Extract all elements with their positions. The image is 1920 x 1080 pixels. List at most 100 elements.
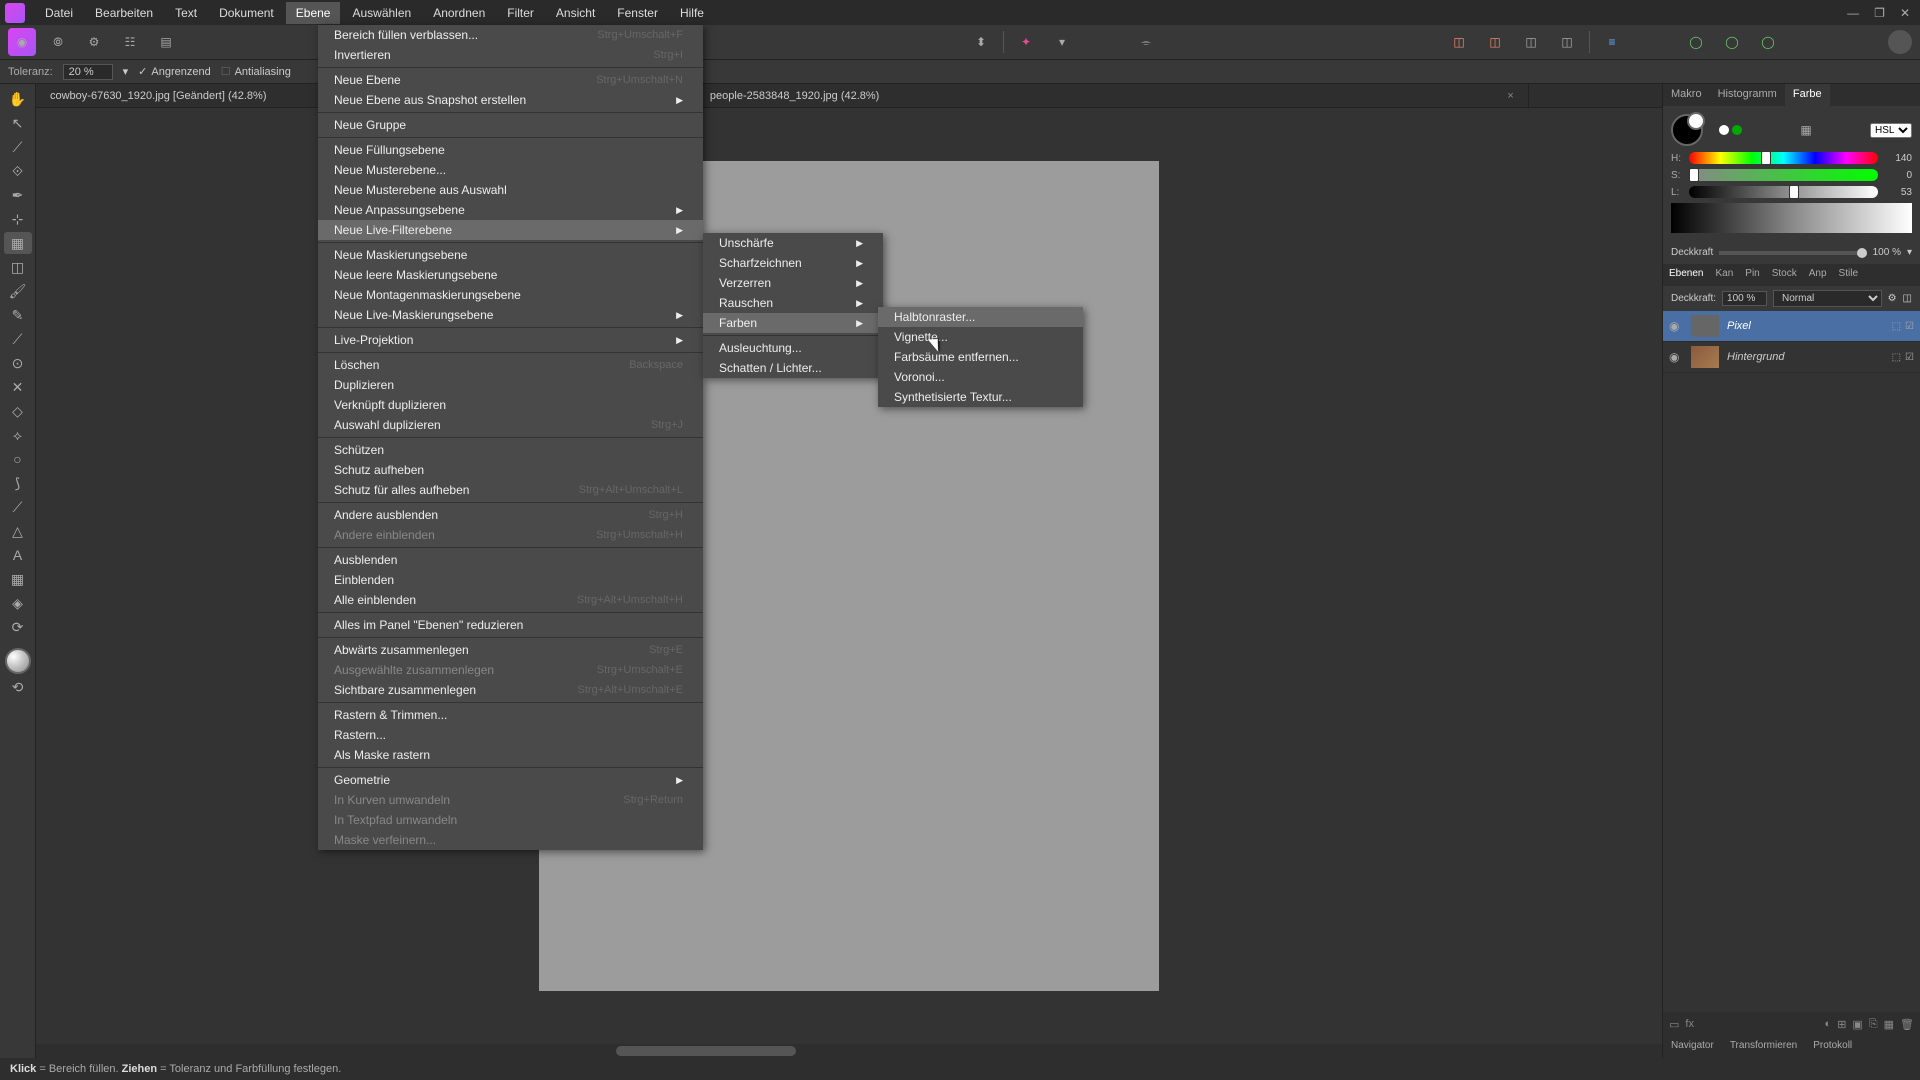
crop-tool[interactable]: ⟐ xyxy=(4,160,32,182)
vector-tool[interactable]: ◈ xyxy=(4,592,32,614)
menu-fenster[interactable]: Fenster xyxy=(607,2,668,24)
menu-item[interactable]: Schutz aufheben xyxy=(318,460,703,480)
persona-liquify-icon[interactable]: ⦾ xyxy=(44,28,72,56)
menu-item[interactable]: Ausblenden xyxy=(318,550,703,570)
menu-item[interactable]: Neue Anpassungsebene▶ xyxy=(318,200,703,220)
account-avatar[interactable] xyxy=(1888,30,1912,54)
bottom-tab-navigator[interactable]: Navigator xyxy=(1663,1036,1722,1058)
paint-tool[interactable]: ⟋ xyxy=(4,328,32,350)
sat-slider[interactable] xyxy=(1689,169,1878,181)
persona-photo-icon[interactable]: ◉ xyxy=(8,28,36,56)
layer-thumbnail[interactable] xyxy=(1691,315,1719,337)
lit-slider[interactable] xyxy=(1689,186,1878,198)
clone-tool[interactable]: ⊙ xyxy=(4,352,32,374)
menu-item[interactable]: Neue Füllungsebene xyxy=(318,140,703,160)
menu-anordnen[interactable]: Anordnen xyxy=(423,2,495,24)
horizontal-scrollbar[interactable] xyxy=(36,1044,1662,1058)
tolerance-input[interactable] xyxy=(63,64,113,80)
menu-item[interactable]: Neue Montagenmaskierungsebene xyxy=(318,285,703,305)
menu-item[interactable]: Neue Ebene aus Snapshot erstellen▶ xyxy=(318,90,703,110)
layer-tab-pin[interactable]: Pin xyxy=(1739,264,1765,286)
menu-ebene[interactable]: Ebene xyxy=(286,2,341,24)
close-button[interactable]: ✕ xyxy=(1900,6,1910,20)
menu-item[interactable]: Bereich füllen verblassen...Strg+Umschal… xyxy=(318,25,703,45)
layer-tab-anp[interactable]: Anp xyxy=(1803,264,1833,286)
shape-tool[interactable]: △ xyxy=(4,520,32,542)
persona-develop-icon[interactable]: ⚙ xyxy=(80,28,108,56)
menu-item[interactable]: Neue Maskierungsebene xyxy=(318,245,703,265)
menu-item[interactable]: LöschenBackspace xyxy=(318,355,703,375)
patch-tool[interactable]: ◇ xyxy=(4,400,32,422)
fx-icon[interactable]: fx xyxy=(1685,1018,1694,1030)
layer-tab-kan[interactable]: Kan xyxy=(1709,264,1739,286)
delete-layer-icon[interactable]: 🗑 xyxy=(1900,1018,1914,1031)
picker-white-icon[interactable] xyxy=(1719,125,1729,135)
swap-colors-icon[interactable]: ⟲ xyxy=(4,676,32,698)
menu-item[interactable]: Schatten / Lichter... xyxy=(703,358,883,378)
fill-tool[interactable]: ▦ xyxy=(4,232,32,254)
hue-slider[interactable] xyxy=(1689,152,1878,164)
secondary-color-swatch[interactable] xyxy=(1687,112,1705,130)
color-swatch[interactable] xyxy=(5,648,31,674)
menu-item[interactable]: Neue EbeneStrg+Umschalt+N xyxy=(318,70,703,90)
antialias-checkbox[interactable]: ☐ xyxy=(221,65,231,78)
menu-item[interactable]: Schutz für alles aufhebenStrg+Alt+Umscha… xyxy=(318,480,703,500)
menu-auswählen[interactable]: Auswählen xyxy=(342,2,421,24)
menu-item[interactable]: Farbsäume entfernen... xyxy=(878,347,1083,367)
menu-item[interactable]: Rauschen▶ xyxy=(703,293,883,313)
camera-icon[interactable]: ⌯ xyxy=(1132,28,1160,56)
blur-tool[interactable]: ○ xyxy=(4,448,32,470)
visibility-icon[interactable]: ◉ xyxy=(1669,350,1683,364)
hand-tool[interactable]: ✋ xyxy=(4,88,32,110)
layer-tab-stile[interactable]: Stile xyxy=(1833,264,1864,286)
menu-item[interactable]: Neue Live-Maskierungsebene▶ xyxy=(318,305,703,325)
menu-item[interactable]: Neue Musterebene... xyxy=(318,160,703,180)
menu-item[interactable]: Duplizieren xyxy=(318,375,703,395)
menu-datei[interactable]: Datei xyxy=(35,2,83,24)
menu-filter[interactable]: Filter xyxy=(497,2,544,24)
assist-icon[interactable]: ✦ xyxy=(1012,28,1040,56)
menu-item[interactable]: Neue Musterebene aus Auswahl xyxy=(318,180,703,200)
wand-tool[interactable]: ⊹ xyxy=(4,208,32,230)
add-layer-icon[interactable]: ▦ xyxy=(1884,1018,1894,1031)
document-tab[interactable]: people-2583848_1920.jpg (42.8%)× xyxy=(696,84,1529,107)
menu-hilfe[interactable]: Hilfe xyxy=(670,2,714,24)
link-icon[interactable]: ⎘ xyxy=(1869,1018,1878,1031)
lock-icon[interactable]: ⬚ xyxy=(1892,321,1901,332)
primary-color-swatch[interactable] xyxy=(1671,114,1703,146)
menu-item[interactable]: Neue Live-Filterebene▶ xyxy=(318,220,703,240)
eyedrop-tool[interactable]: ⟋ xyxy=(4,496,32,518)
layer-row[interactable]: ◉Pixel⬚☑ xyxy=(1663,311,1920,342)
globe3-icon[interactable]: ◯ xyxy=(1754,28,1782,56)
stack-red-icon[interactable]: ◫ xyxy=(1445,28,1473,56)
menu-item[interactable]: Alles im Panel "Ebenen" reduzieren xyxy=(318,615,703,635)
check-icon[interactable]: ☑ xyxy=(1905,321,1914,332)
smudge-tool[interactable]: ⟆ xyxy=(4,472,32,494)
menu-item[interactable]: Farben▶ xyxy=(703,313,883,333)
menu-item[interactable]: Scharfzeichnen▶ xyxy=(703,253,883,273)
menu-item[interactable]: Verknüpft duplizieren xyxy=(318,395,703,415)
opacity-dropdown-icon[interactable]: ▾ xyxy=(1907,247,1912,258)
menu-item[interactable]: Als Maske rastern xyxy=(318,745,703,765)
menu-item[interactable]: Halbtonraster... xyxy=(878,307,1083,327)
minimize-button[interactable]: — xyxy=(1847,6,1859,20)
lock-icon[interactable]: ⬚ xyxy=(1892,352,1901,363)
stack-grey2-icon[interactable]: ◫ xyxy=(1553,28,1581,56)
menu-item[interactable]: Rastern & Trimmen... xyxy=(318,705,703,725)
pen-tool[interactable]: ✒ xyxy=(4,184,32,206)
menu-item[interactable]: Andere ausblendenStrg+H xyxy=(318,505,703,525)
clip-icon[interactable]: ◫ xyxy=(1903,293,1912,304)
text-tool[interactable]: A xyxy=(4,544,32,566)
menu-item[interactable]: Ausleuchtung... xyxy=(703,338,883,358)
menu-item[interactable]: Rastern... xyxy=(318,725,703,745)
color-picker-tool[interactable]: ⟋ xyxy=(4,136,32,158)
layer-row[interactable]: ◉Hintergrund⬚☑ xyxy=(1663,342,1920,373)
bottom-tab-transformieren[interactable]: Transformieren xyxy=(1722,1036,1805,1058)
globe1-icon[interactable]: ◯ xyxy=(1682,28,1710,56)
panel-tab-farbe[interactable]: Farbe xyxy=(1785,84,1830,106)
menu-item[interactable]: Voronoi... xyxy=(878,367,1083,387)
visibility-icon[interactable]: ◉ xyxy=(1669,319,1683,333)
layer-tab-stock[interactable]: Stock xyxy=(1766,264,1803,286)
check-icon[interactable]: ☑ xyxy=(1905,352,1914,363)
menu-item[interactable]: Live-Projektion▶ xyxy=(318,330,703,350)
